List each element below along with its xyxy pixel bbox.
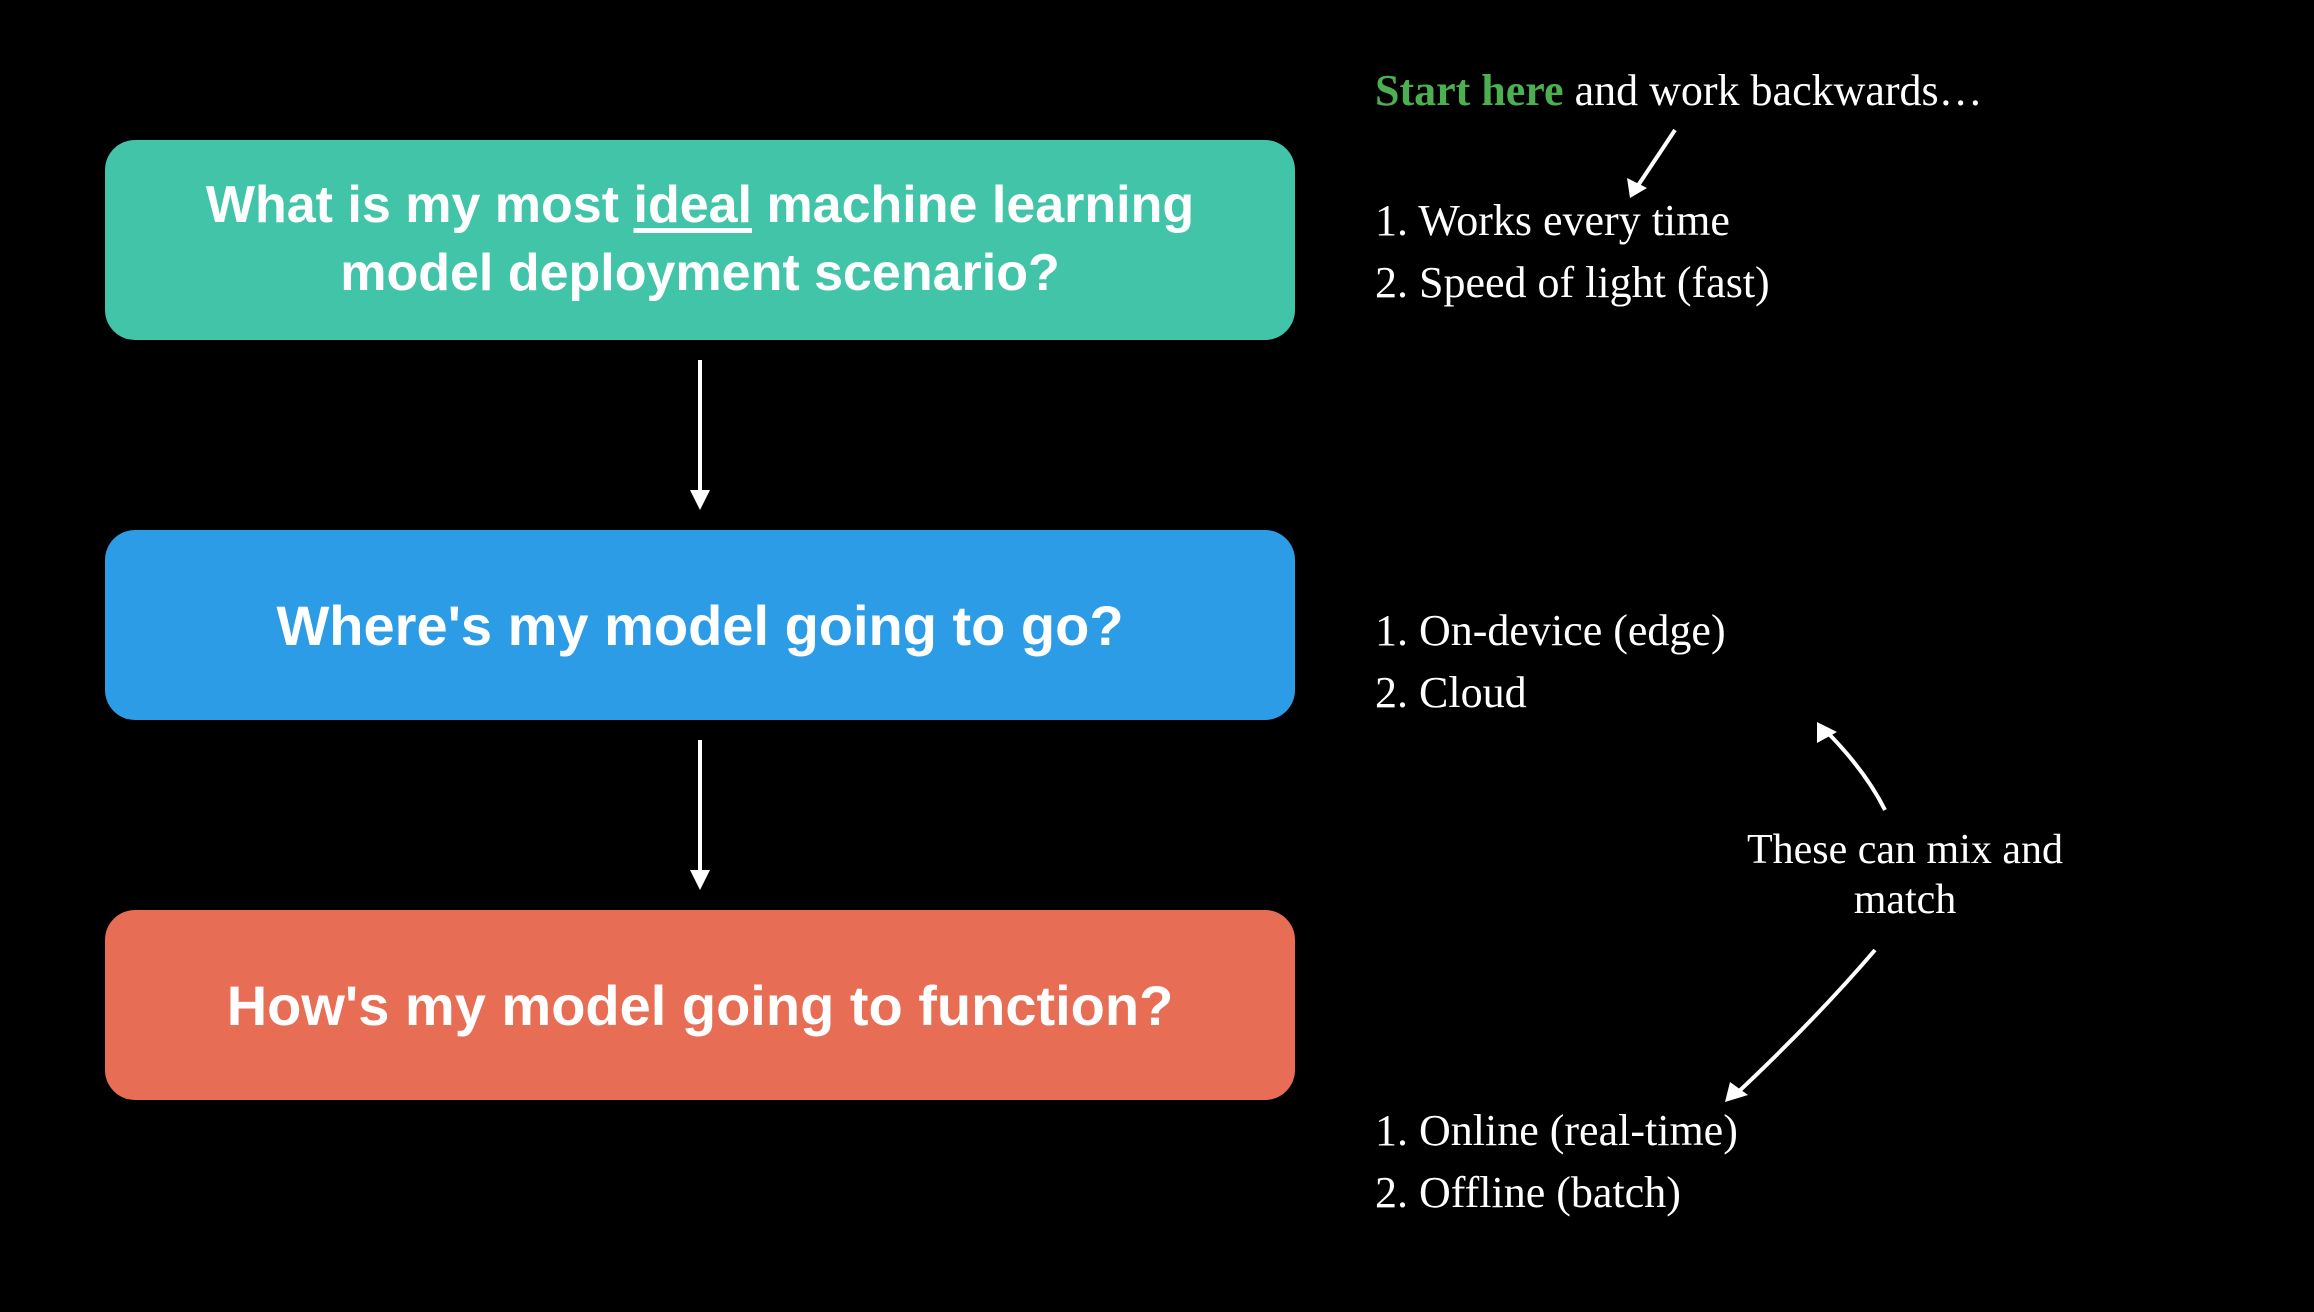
block-red-text: How's my model going to function?	[227, 973, 1174, 1038]
diagram-container: What is my most ideal machine learning m…	[0, 0, 2314, 1312]
arrow-down-icon	[685, 360, 715, 510]
block-where-to-go: Where's my model going to go?	[105, 530, 1295, 720]
flowchart-column: What is my most ideal machine learning m…	[95, 100, 1305, 1232]
list-item: 1. On-device (edge)	[1375, 600, 1726, 662]
how-function-list: 1. Online (real-time) 2. Offline (batch)	[1375, 1100, 1738, 1223]
arrow-down-icon	[685, 740, 715, 890]
block-teal-underlined: ideal	[634, 176, 753, 234]
list-item: 2. Speed of light (fast)	[1375, 252, 1770, 314]
curved-arrow-icon	[1695, 940, 1915, 1120]
work-backwards-text: and work backwards…	[1564, 66, 1983, 115]
block-blue-text: Where's my model going to go?	[276, 593, 1123, 658]
annotations-column: Start here and work backwards… 1. Works …	[1345, 100, 2254, 1232]
mix-match-annotation: These can mix and match	[1705, 825, 2105, 926]
block-ideal-scenario: What is my most ideal machine learning m…	[105, 140, 1295, 340]
list-item: 2. Offline (batch)	[1375, 1162, 1738, 1224]
block-teal-prefix: What is my most	[206, 176, 634, 234]
list-item: 2. Cloud	[1375, 662, 1726, 724]
list-item: 1. Online (real-time)	[1375, 1100, 1738, 1162]
ideal-scenario-list: 1. Works every time 2. Speed of light (f…	[1375, 190, 1770, 313]
curved-arrow-icon	[1785, 710, 1945, 830]
start-here-text: Start here	[1375, 66, 1564, 115]
where-to-go-list: 1. On-device (edge) 2. Cloud	[1375, 600, 1726, 723]
block-how-function: How's my model going to function?	[105, 910, 1295, 1100]
list-item: 1. Works every time	[1375, 190, 1770, 252]
start-here-annotation: Start here and work backwards…	[1375, 60, 1983, 122]
